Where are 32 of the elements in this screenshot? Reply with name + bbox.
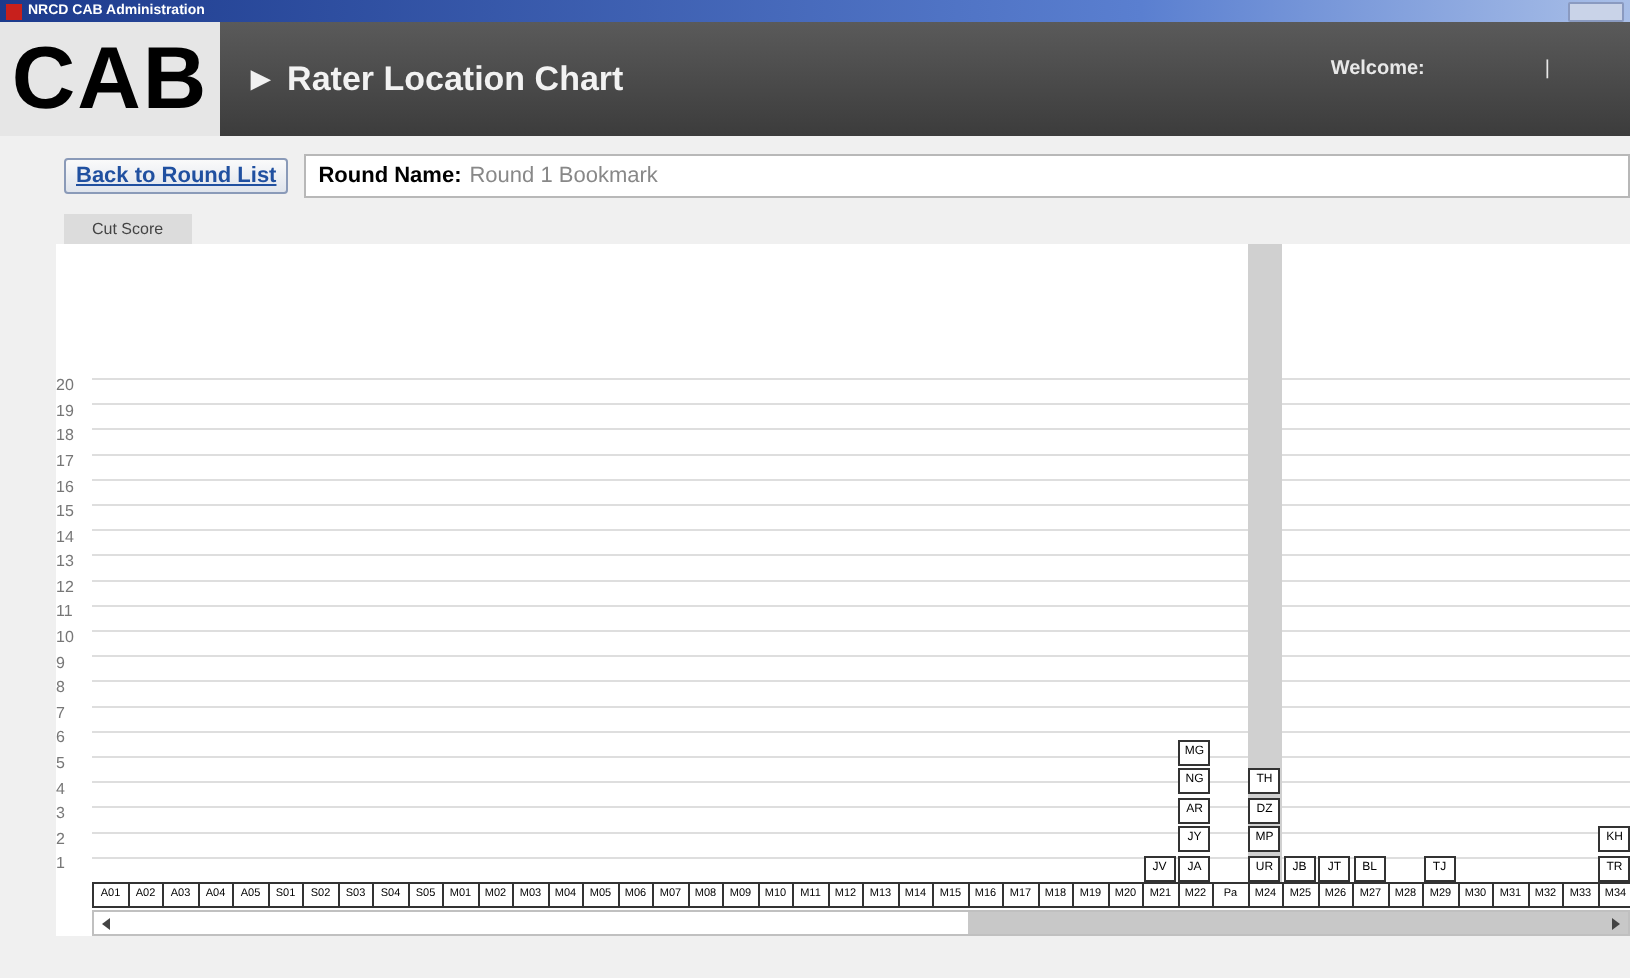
axis-label: 1: [56, 852, 67, 877]
right-arrow-icon[interactable]: [1610, 917, 1622, 929]
axis-label: 17: [56, 449, 76, 474]
left-arrow-icon[interactable]: [100, 917, 112, 929]
axis-label: 18: [56, 424, 76, 449]
welcome-text: Welcome:: [1330, 58, 1425, 80]
logo: CAB: [0, 22, 220, 136]
axis-label: 15: [56, 500, 76, 525]
axis-label: 11: [56, 600, 75, 625]
axis-label: 7: [56, 701, 67, 726]
axis-label: 16: [56, 475, 76, 499]
horizontal-scrollbar[interactable]: [92, 910, 1630, 936]
axis-label: 20: [56, 374, 76, 399]
separator-text: |: [1544, 58, 1550, 80]
page-title: ► Rater Location Chart: [242, 57, 626, 101]
axis-label: 3: [56, 802, 67, 827]
axis-label: 8: [56, 676, 67, 701]
axis-label: 10: [56, 626, 76, 651]
axis-label: 9: [56, 651, 67, 676]
axis-label: 5: [56, 752, 67, 777]
back-button[interactable]: Back to Round List: [64, 158, 289, 194]
axis-label: 14: [56, 525, 76, 550]
axis-label: 4: [56, 777, 67, 802]
round-name-label: Round Name:: [318, 164, 462, 188]
round-name: Round 1 Bookmark: [469, 164, 658, 188]
axis-label: 2: [56, 827, 67, 852]
axis-label: 12: [56, 575, 76, 600]
axis-label: 19: [56, 399, 76, 424]
tab[interactable]: Cut Score: [64, 214, 192, 244]
axis-label: 6: [56, 726, 67, 751]
axis-label: 13: [56, 550, 76, 575]
app-icon: [6, 3, 22, 19]
